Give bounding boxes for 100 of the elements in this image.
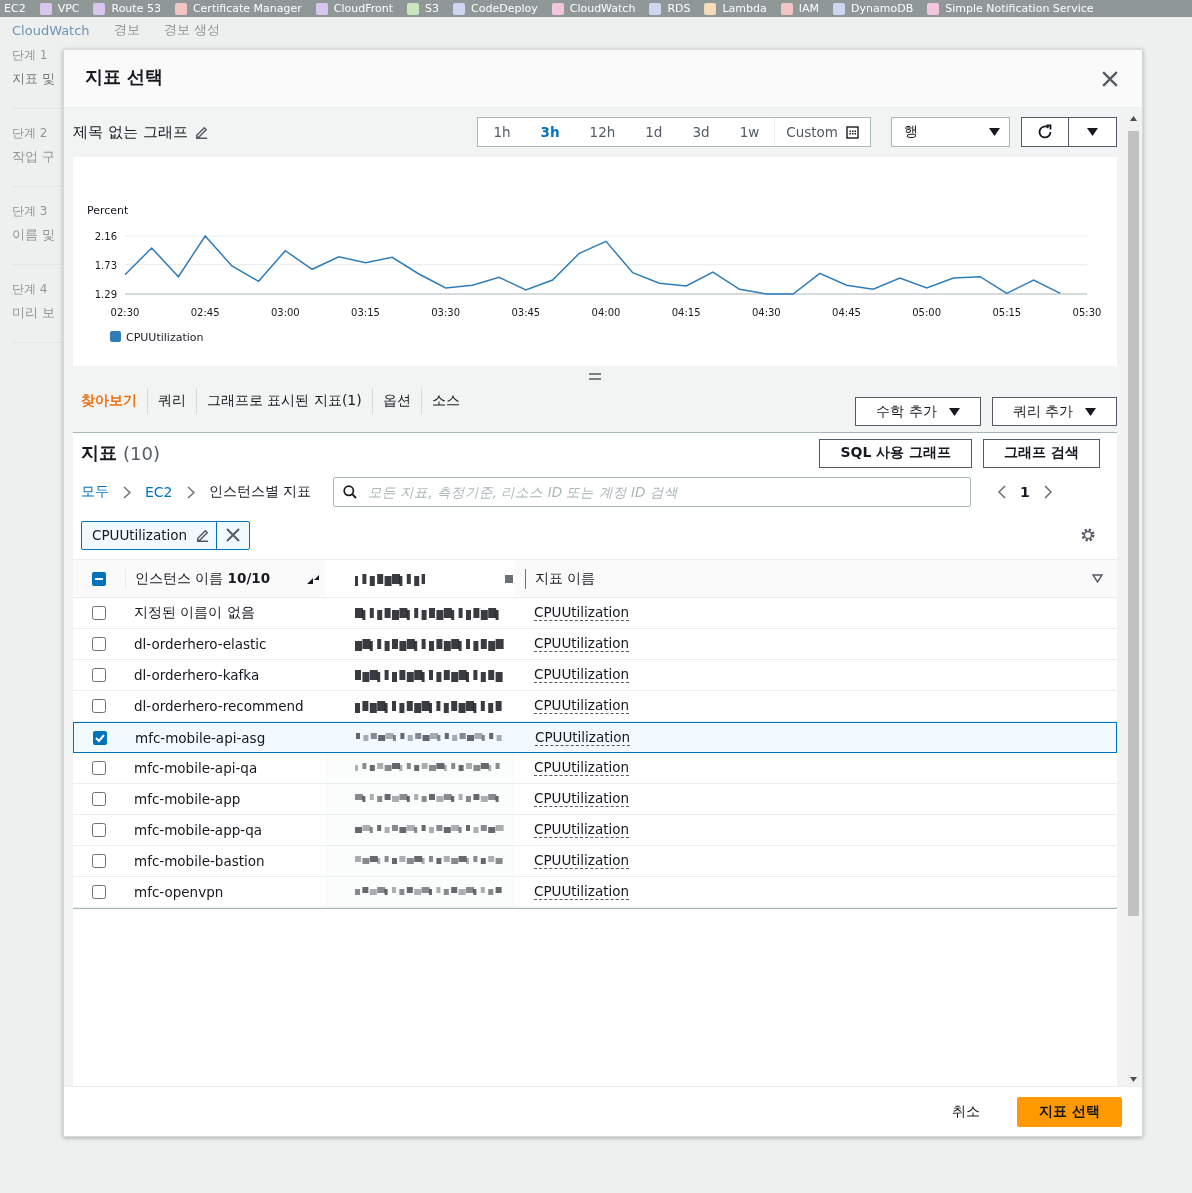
step-number: 단계 2 [12, 125, 49, 142]
sort-icon[interactable] [307, 573, 321, 584]
refresh-button[interactable] [1021, 117, 1069, 147]
resize-handle-icon[interactable] [505, 574, 513, 583]
breadcrumb-link[interactable]: EC2 [145, 484, 173, 500]
x-tick-label: 02:30 [110, 307, 140, 318]
dropdown-button[interactable]: 쿼리 추가 [991, 397, 1117, 426]
breadcrumb-link[interactable]: 모두 [81, 483, 109, 501]
time-range-option[interactable]: Custom [774, 118, 870, 146]
close-icon [1102, 70, 1118, 87]
caret-icon [948, 407, 960, 416]
drag-handle-icon[interactable] [589, 372, 601, 380]
metric-name-link[interactable]: CPUUtilization [534, 760, 630, 776]
pencil-icon[interactable] [195, 527, 211, 543]
time-range-option[interactable]: 1w [724, 118, 775, 146]
select-all-checkbox[interactable] [92, 571, 106, 586]
action-button[interactable]: 그래프 검색 [983, 438, 1100, 468]
x-tick-label: 05:15 [992, 307, 1022, 318]
step-title: 작업 구 [12, 148, 57, 166]
row-checkbox[interactable] [92, 699, 106, 713]
dropdown-button[interactable]: 수학 추가 [855, 397, 981, 426]
step-number: 단계 3 [12, 203, 49, 220]
metric-name-link[interactable]: CPUUtilization [534, 853, 630, 869]
metric-name-link[interactable]: CPUUtilization [534, 698, 630, 714]
column-header[interactable]: 인스턴스 이름 10/10 [135, 569, 271, 588]
step-title: 미리 보 [12, 304, 57, 322]
step-number: 단계 4 [12, 281, 49, 298]
view-select[interactable]: 행 [891, 117, 1010, 147]
metric-name-link[interactable]: CPUUtilization [534, 884, 630, 900]
settings-icon[interactable] [1080, 527, 1096, 543]
row-checkbox[interactable] [92, 606, 106, 620]
x-tick-label: 04:30 [751, 307, 781, 318]
row-checkbox[interactable] [92, 823, 106, 837]
x-tick-label: 02:45 [190, 307, 220, 318]
x-tick-label: 03:30 [431, 307, 461, 318]
chevron-right-icon [123, 485, 131, 499]
filter-caret-icon[interactable] [1092, 574, 1103, 583]
instance-name: 지정된 이름이 없음 [134, 604, 255, 622]
chevron-right-icon [186, 485, 195, 499]
time-range-option[interactable]: 1h [478, 118, 526, 146]
step-title: 이름 및 [12, 226, 57, 244]
y-tick-label: 1.73 [94, 259, 117, 271]
page-number[interactable]: 1 [1020, 484, 1030, 500]
instance-name: mfc-mobile-api-qa [134, 760, 258, 776]
search-field[interactable]: 모든 지표, 측정기준, 리소스 ID 또는 계정 ID 검색 [333, 477, 971, 507]
calendar-icon [846, 125, 859, 139]
tab[interactable]: 그래프로 표시된 지표(1) [196, 388, 372, 414]
metric-name-link[interactable]: CPUUtilization [534, 605, 630, 621]
graph-title: 제목 없는 그래프 [73, 122, 188, 142]
instance-name: mfc-mobile-bastion [134, 853, 265, 869]
time-range-option[interactable]: 12h [574, 118, 631, 146]
time-range-option[interactable]: 3d [677, 118, 725, 146]
x-tick-label: 04:15 [671, 307, 701, 318]
metric-count: (10) [123, 442, 160, 464]
instance-name: mfc-openvpn [134, 884, 224, 900]
redacted-text [355, 571, 425, 586]
cancel-button[interactable]: 취소 [946, 1101, 987, 1122]
breadcrumb-current: 인스턴스별 지표 [208, 483, 311, 501]
metric-name-link[interactable]: CPUUtilization [534, 791, 630, 807]
caret-icon [1085, 407, 1096, 416]
instance-name: dl-orderhero-kafka [134, 667, 260, 683]
close-icon [226, 528, 241, 542]
row-checkbox[interactable] [92, 668, 106, 682]
instance-name: dl-orderhero-elastic [134, 636, 267, 652]
tab[interactable]: 소스 [420, 388, 470, 414]
column-header[interactable]: 지표 이름 [535, 569, 596, 588]
y-tick-label: 2.16 [94, 231, 117, 242]
pencil-icon[interactable] [193, 124, 209, 140]
metric-name-link[interactable]: CPUUtilization [534, 822, 630, 838]
y-axis-label: Percent [87, 204, 129, 217]
row-checkbox[interactable] [92, 854, 106, 868]
tab[interactable]: 쿼리 [147, 388, 196, 414]
metric-name-link[interactable]: CPUUtilization [535, 729, 631, 746]
x-tick-label: 05:30 [1072, 307, 1102, 318]
confirm-button[interactable]: 지표 선택 [1017, 1096, 1122, 1127]
x-tick-label: 03:00 [270, 307, 300, 318]
legend-label: CPUUtilization [126, 331, 204, 344]
metric-name-link[interactable]: CPUUtilization [534, 636, 630, 652]
next-page-icon[interactable] [1043, 485, 1053, 499]
row-checkbox[interactable] [92, 885, 106, 899]
dialog-title: 지표 선택 [85, 64, 164, 89]
y-tick-label: 1.29 [94, 289, 117, 300]
refresh-options-button[interactable] [1069, 117, 1117, 147]
previous-page-icon[interactable] [997, 485, 1006, 499]
scroll-up-arrow-icon[interactable] [1130, 116, 1137, 121]
row-checkbox[interactable] [92, 792, 106, 806]
row-checkbox[interactable] [93, 730, 107, 745]
row-checkbox[interactable] [92, 761, 106, 775]
section-title: 지표 [81, 441, 117, 465]
instance-name: dl-orderhero-recommend [134, 698, 304, 714]
scroll-down-arrow-icon[interactable] [1130, 1077, 1137, 1082]
time-range-option[interactable]: 1d [630, 118, 678, 146]
time-range-option[interactable]: 3h [525, 118, 575, 146]
metric-name-link[interactable]: CPUUtilization [534, 667, 630, 683]
x-tick-label: 03:45 [511, 307, 541, 318]
x-tick-label: 04:00 [591, 307, 621, 318]
x-tick-label: 04:45 [832, 307, 861, 318]
action-button[interactable]: SQL 사용 그래프 [819, 438, 973, 468]
tab[interactable]: 옵션 [371, 388, 421, 414]
row-checkbox[interactable] [92, 637, 106, 651]
